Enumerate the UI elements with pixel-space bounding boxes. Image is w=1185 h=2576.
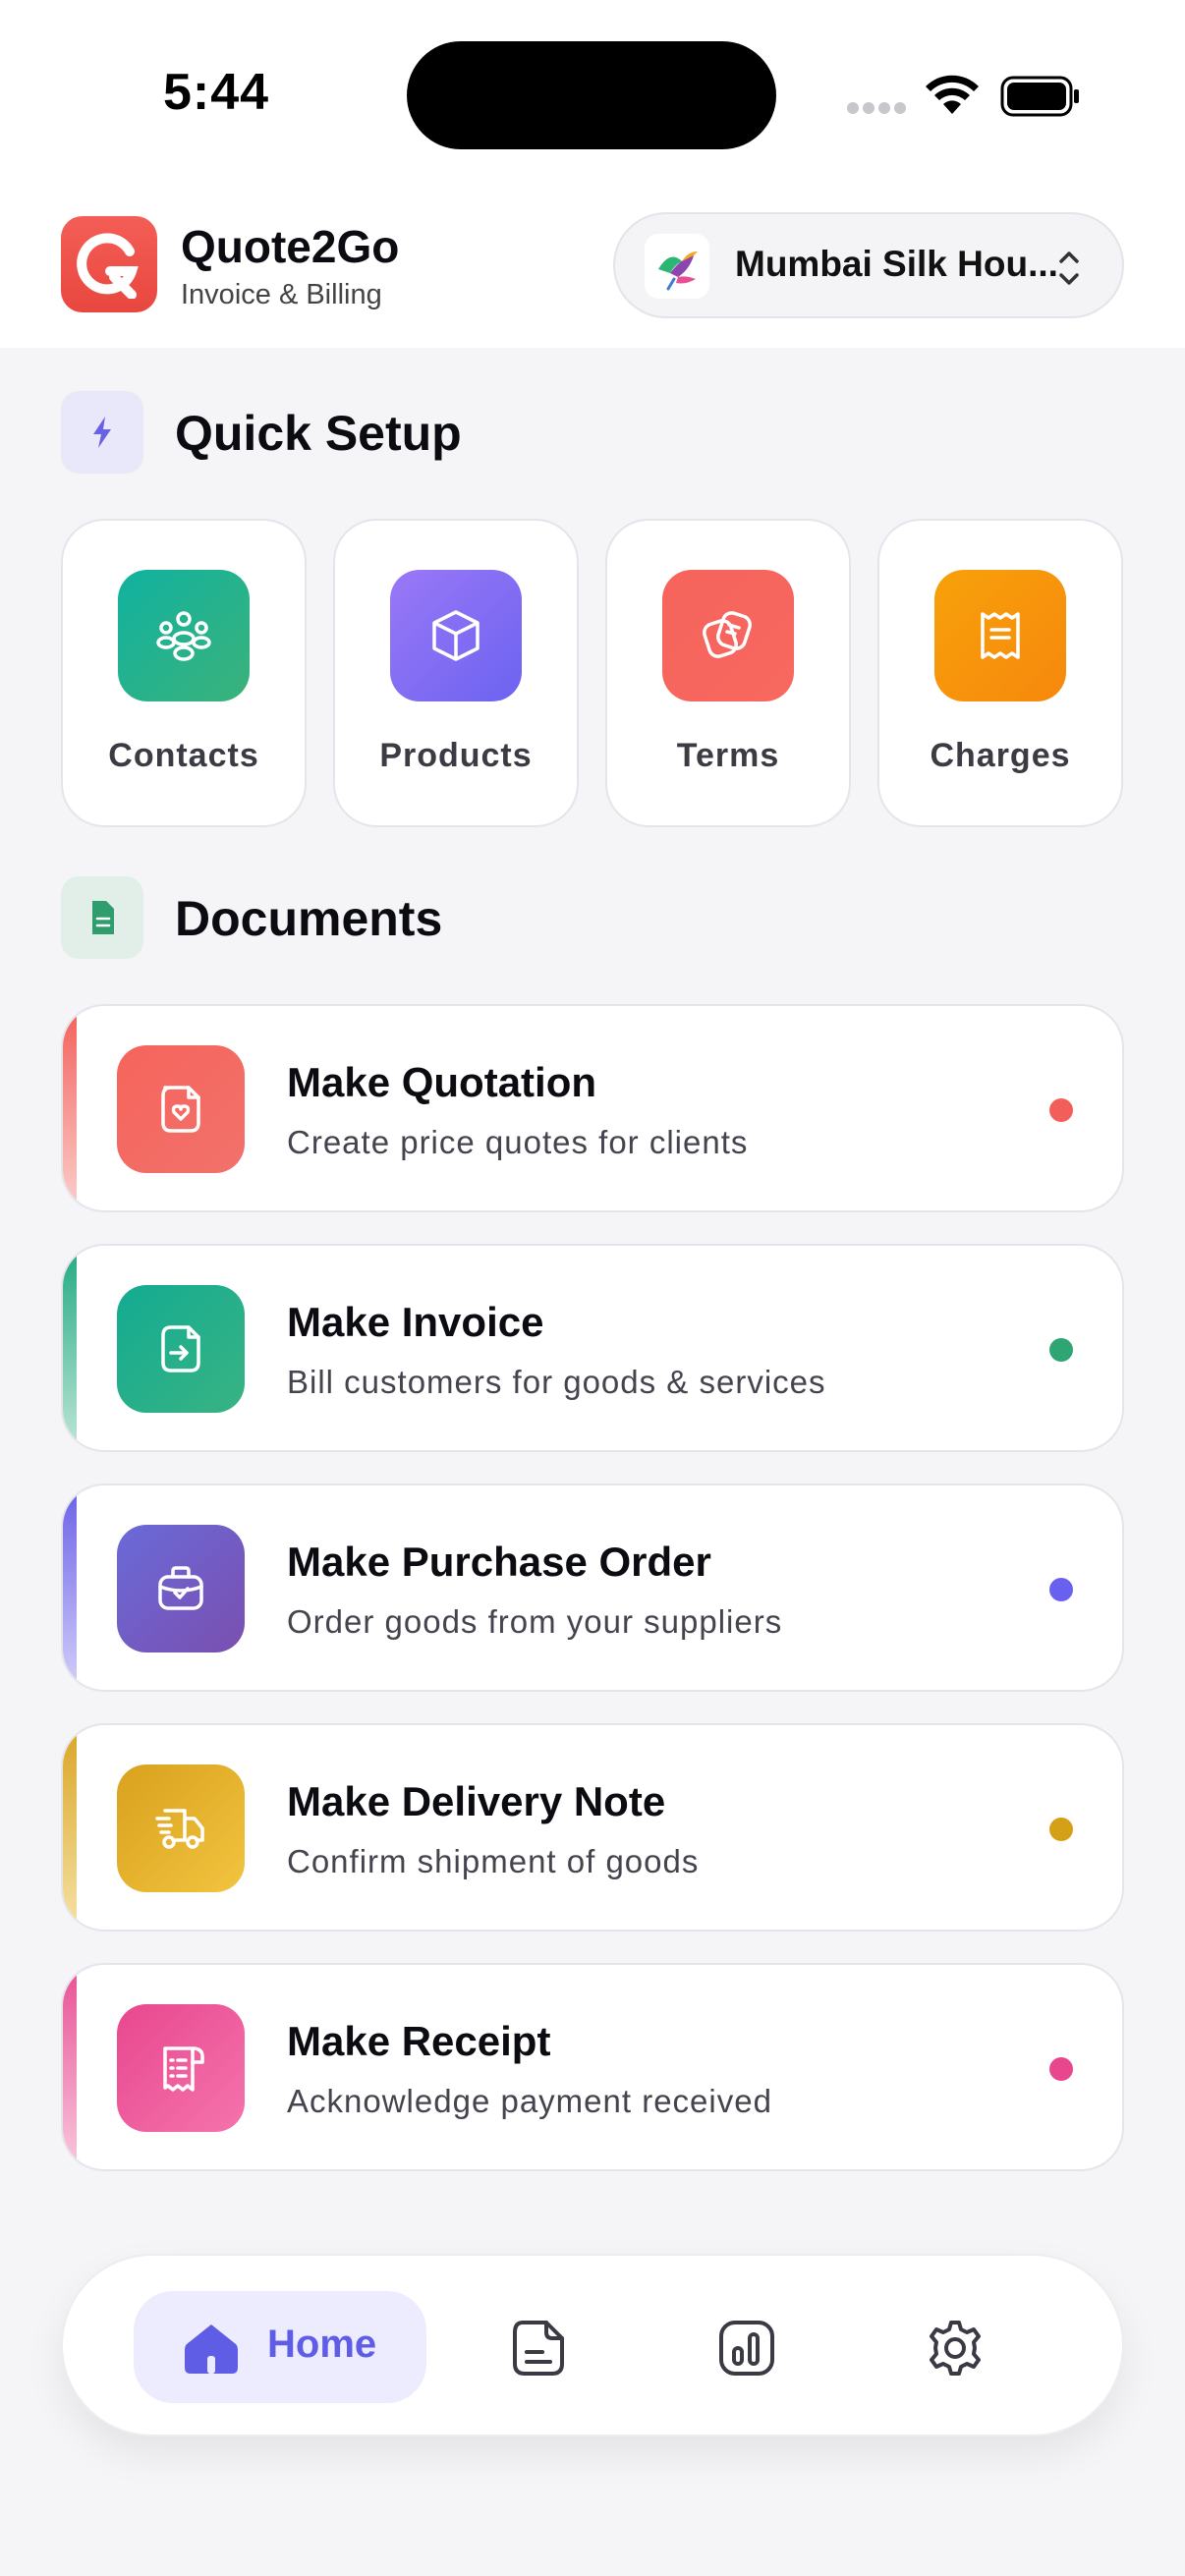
make-delivery-note-card[interactable]: Make Delivery Note Confirm shipment of g…	[61, 1723, 1124, 1932]
quick-setup-label: Terms	[676, 737, 780, 774]
make-invoice-card[interactable]: Make Invoice Bill customers for goods & …	[61, 1244, 1124, 1452]
quick-setup-grid: Contacts Products Terms Charges	[61, 519, 1124, 827]
receipt-scroll-icon	[163, 2046, 204, 2092]
delivery-truck-icon	[155, 1809, 204, 1849]
document-icon	[92, 901, 114, 934]
card-accent	[63, 1965, 77, 2169]
card-title: Make Quotation	[287, 1059, 597, 1105]
app-subtitle: Invoice & Billing	[181, 279, 382, 310]
app-header: Quote2Go Invoice & Billing Mumbai Silk H…	[0, 187, 1185, 348]
card-accent	[63, 1246, 77, 1450]
documents-icon	[513, 2321, 564, 2376]
card-accent	[63, 1485, 77, 1690]
card-title: Make Invoice	[287, 1299, 544, 1345]
card-title: Make Receipt	[287, 2018, 551, 2064]
documents-title: Documents	[175, 891, 443, 946]
products-icon-tile	[390, 570, 522, 701]
receipt-icon	[981, 612, 1020, 659]
dynamic-island	[407, 41, 776, 149]
tab-home[interactable]: Home	[134, 2291, 426, 2403]
charges-icon-tile	[934, 570, 1066, 701]
quick-setup-charges[interactable]: Charges	[877, 519, 1123, 827]
card-accent	[63, 1006, 77, 1210]
delivery-note-icon-tile	[117, 1764, 245, 1892]
card-title: Make Purchase Order	[287, 1539, 711, 1585]
contacts-icon-tile	[118, 570, 250, 701]
terms-icon-tile	[662, 570, 794, 701]
section-icon-bg	[61, 391, 143, 474]
status-bar: 5:44	[0, 0, 1185, 187]
contacts-icon	[156, 611, 211, 661]
status-dot	[1049, 1578, 1073, 1601]
tab-settings[interactable]	[916, 2309, 994, 2387]
make-quotation-card[interactable]: Make Quotation Create price quotes for c…	[61, 1004, 1124, 1212]
quote2go-logo-icon	[77, 233, 139, 299]
box-icon	[432, 610, 480, 661]
status-dot	[1049, 1338, 1073, 1362]
section-icon-bg	[61, 876, 143, 959]
reports-icon	[719, 2321, 774, 2376]
quick-setup-label: Products	[379, 737, 533, 774]
status-dot	[1049, 1818, 1073, 1841]
lightning-icon	[93, 417, 111, 448]
tab-reports[interactable]	[707, 2309, 786, 2387]
card-subtitle: Order goods from your suppliers	[287, 1603, 783, 1640]
receipt-icon-tile	[117, 2004, 245, 2132]
business-switcher[interactable]: Mumbai Silk Hou...	[613, 212, 1124, 318]
invoice-icon-tile	[117, 1285, 245, 1413]
business-name: Mumbai Silk Hou...	[735, 244, 1058, 284]
quotation-icon-tile	[117, 1045, 245, 1173]
tab-home-label: Home	[267, 2323, 377, 2366]
card-accent	[63, 1725, 77, 1930]
card-subtitle: Create price quotes for clients	[287, 1124, 749, 1160]
cellular-signal-icon	[847, 102, 908, 118]
status-dot	[1049, 1098, 1073, 1122]
settings-icon	[930, 2321, 981, 2376]
quick-setup-title: Quick Setup	[175, 406, 462, 461]
invoice-icon	[161, 1325, 200, 1372]
bird-logo-icon	[658, 252, 698, 291]
battery-icon	[1000, 76, 1079, 117]
briefcase-icon	[158, 1566, 203, 1610]
app-logo	[61, 216, 157, 312]
app-title: Quote2Go	[181, 221, 400, 272]
chevron-up-down-icon	[1059, 252, 1079, 285]
card-subtitle: Confirm shipment of goods	[287, 1843, 700, 1879]
make-purchase-order-card[interactable]: Make Purchase Order Order goods from you…	[61, 1484, 1124, 1692]
tab-documents[interactable]	[499, 2309, 578, 2387]
quotation-icon	[161, 1086, 200, 1133]
purchase-order-icon-tile	[117, 1525, 245, 1652]
quick-setup-contacts[interactable]: Contacts	[61, 519, 307, 827]
card-title: Make Delivery Note	[287, 1778, 666, 1824]
quick-setup-label: Charges	[930, 737, 1071, 774]
card-subtitle: Bill customers for goods & services	[287, 1364, 826, 1400]
status-time: 5:44	[163, 64, 270, 121]
terms-icon	[703, 611, 752, 658]
make-receipt-card[interactable]: Make Receipt Acknowledge payment receive…	[61, 1963, 1124, 2171]
business-logo	[645, 234, 709, 299]
quick-setup-label: Contacts	[108, 737, 259, 774]
quick-setup-terms[interactable]: Terms	[605, 519, 851, 827]
bottom-tab-bar: Home	[61, 2254, 1124, 2436]
card-subtitle: Acknowledge payment received	[287, 2083, 772, 2119]
wifi-icon	[926, 75, 979, 114]
status-dot	[1049, 2057, 1073, 2081]
home-icon	[185, 2324, 238, 2374]
quick-setup-products[interactable]: Products	[333, 519, 579, 827]
